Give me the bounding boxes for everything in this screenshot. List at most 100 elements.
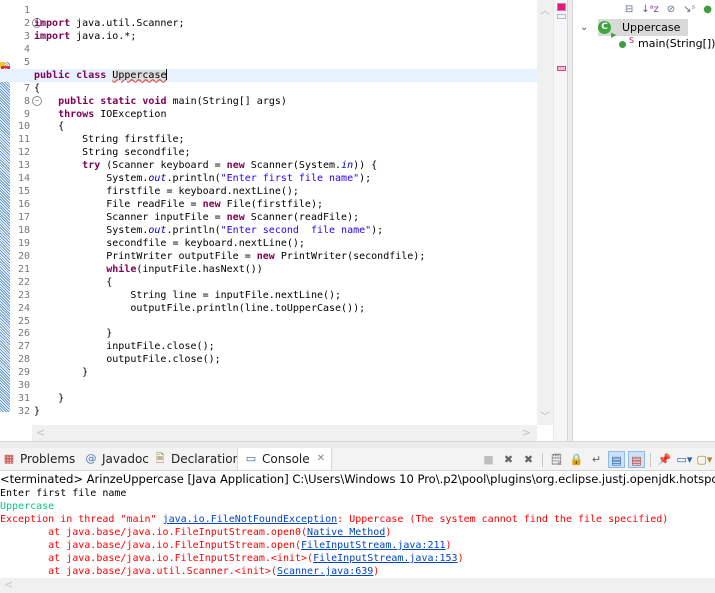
code-line[interactable]: String secondfile; <box>34 146 534 159</box>
code-line[interactable]: String line = inputFile.nextLine(); <box>34 289 534 302</box>
line-number: 10 <box>17 121 30 133</box>
stack-frame-link[interactable]: Scanner.java:639 <box>277 566 373 577</box>
code-line[interactable]: throws IOException <box>34 108 534 121</box>
horizontal-sash[interactable] <box>0 441 715 448</box>
stack-frame-link[interactable]: FileInputStream.java:153 <box>313 553 458 564</box>
show-on-stderr-icon[interactable]: ▤ <box>628 451 645 468</box>
hide-fields-icon[interactable]: ⊘ <box>667 4 675 15</box>
show-on-stdout-icon[interactable]: ▤ <box>608 451 625 468</box>
code-line[interactable]: { <box>34 276 534 289</box>
overview-ruler[interactable] <box>553 0 567 441</box>
code-line[interactable]: Scanner inputFile = new Scanner(readFile… <box>34 211 534 224</box>
line-number: 28 <box>17 354 30 366</box>
tab-label: Console <box>262 452 310 466</box>
code-line[interactable]: System.out.println("Enter first file nam… <box>34 172 534 185</box>
class-icon: C <box>598 21 611 34</box>
editor-horizontal-scrollbar[interactable]: < > <box>32 425 537 441</box>
code-line[interactable] <box>34 43 534 56</box>
line-number: 21 <box>17 263 30 275</box>
code-line[interactable]: secondfile = keyboard.nextLine(); <box>34 237 534 250</box>
stack-frame: at java.base/java.io.FileInputStream.ope… <box>0 540 452 551</box>
scroll-up-icon[interactable]: ︿ <box>537 2 553 17</box>
line-number: 25 <box>17 315 30 327</box>
display-selected-console-icon[interactable]: ▭▾ <box>676 451 693 468</box>
outline-class-node[interactable]: ⌄ C ▶ Uppercase <box>580 19 688 39</box>
remove-all-terminated-icon[interactable]: ✖ <box>520 451 537 468</box>
code-line[interactable]: String firstfile; <box>34 133 534 146</box>
code-line[interactable] <box>34 315 534 328</box>
tab-label: Problems <box>20 452 76 466</box>
error-summary-icon[interactable] <box>557 3 566 11</box>
tab-declaration[interactable]: 🗎 Declaration <box>153 448 241 470</box>
code-line[interactable] <box>34 379 534 392</box>
hide-nonpublic-icon[interactable]: ● <box>703 4 712 15</box>
code-line[interactable]: firstfile = keyboard.nextLine(); <box>34 185 534 198</box>
remove-launch-icon[interactable]: ✖ <box>500 451 517 468</box>
java-editor[interactable]: x 12−345678−9101112131415161718192021222… <box>0 0 570 441</box>
code-line[interactable]: } <box>34 366 534 379</box>
code-line[interactable]: } <box>34 392 534 405</box>
collapse-all-icon[interactable]: ⊟ <box>625 4 633 15</box>
code-line[interactable]: public static void main(String[] args) <box>34 95 534 108</box>
word-wrap-icon[interactable]: ↵ <box>588 451 605 468</box>
code-line[interactable]: File readFile = new File(firstfile); <box>34 198 534 211</box>
code-line[interactable]: import java.io.*; <box>34 30 534 43</box>
scroll-down-icon[interactable]: ﹀ <box>537 408 553 423</box>
open-console-icon[interactable]: ▢▾ <box>696 451 713 468</box>
line-number: 16 <box>17 199 30 211</box>
scroll-lock-icon[interactable]: 🔒 <box>568 451 585 468</box>
scroll-left-icon[interactable]: < <box>4 578 13 591</box>
code-line[interactable]: import java.util.Scanner; <box>34 17 534 30</box>
stack-frame: at java.base/java.util.Scanner.<init>(Sc… <box>0 566 380 577</box>
close-icon[interactable]: ✕ <box>317 448 325 470</box>
scroll-left-icon[interactable]: < <box>36 426 45 439</box>
code-line[interactable]: System.out.println("Enter second file na… <box>34 224 534 237</box>
chevron-down-icon[interactable]: ⌄ <box>580 19 588 36</box>
vertical-ruler: x <box>0 0 10 425</box>
outline-toolbar: ⊟ ↓ᵃz ⊘ ↘ˢ ● <box>625 1 712 17</box>
clear-console-icon[interactable]: 🗒 <box>548 451 565 468</box>
editor-vertical-scrollbar[interactable]: ︿ ﹀ <box>537 0 553 425</box>
scroll-right-icon[interactable]: > <box>522 426 531 439</box>
overview-marker[interactable] <box>557 14 566 19</box>
code-line[interactable]: inputFile.close(); <box>34 340 534 353</box>
terminate-icon[interactable]: ■ <box>480 451 497 468</box>
console-output[interactable]: Enter first file name Uppercase Exceptio… <box>0 487 715 577</box>
tab-console[interactable]: ▭ Console ✕ <box>237 448 333 470</box>
code-line[interactable]: try (Scanner keyboard = new Scanner(Syst… <box>34 159 534 172</box>
code-line[interactable]: outputFile.close(); <box>34 353 534 366</box>
exception-class-link[interactable]: java.io.FileNotFoundException <box>163 514 338 525</box>
code-line[interactable]: { <box>34 82 534 95</box>
code-line[interactable]: public class Uppercase <box>0 68 568 82</box>
code-line[interactable]: outputFile.println(line.toUpperCase()); <box>34 302 534 315</box>
bottom-panel-tabbar: ▦ Problems @ Javadoc 🗎 Declaration ▭ Con… <box>0 448 715 471</box>
code-line[interactable]: PrintWriter outputFile = new PrintWriter… <box>34 250 534 263</box>
line-number: 15 <box>17 186 30 198</box>
code-line[interactable]: } <box>34 405 534 418</box>
code-line[interactable] <box>34 56 534 69</box>
stack-frame-link[interactable]: FileInputStream.java:211 <box>301 540 446 551</box>
line-number: 7 <box>23 82 30 94</box>
tab-javadoc[interactable]: @ Javadoc <box>84 448 149 470</box>
outline-tree: ⌄ C ▶ Uppercase S main(String[]) <box>573 19 715 51</box>
code-line[interactable] <box>34 4 534 17</box>
code-line[interactable]: } <box>34 327 534 340</box>
toolbar-separator <box>650 452 651 467</box>
line-number: 3 <box>23 30 30 42</box>
outline-method-node[interactable]: S main(String[]) <box>619 36 715 51</box>
line-number: 4 <box>23 43 30 55</box>
tab-problems[interactable]: ▦ Problems <box>2 448 76 470</box>
sort-alpha-icon[interactable]: ↓ᵃz <box>641 4 659 15</box>
pin-console-icon[interactable]: 📌 <box>656 451 673 468</box>
line-number: 14 <box>17 173 30 185</box>
line-number: 32 <box>17 406 30 418</box>
code-area[interactable]: import java.util.Scanner; import java.io.… <box>0 4 568 418</box>
code-line[interactable]: { <box>34 120 534 133</box>
occurrence-marker[interactable] <box>557 66 566 71</box>
code-line[interactable]: while(inputFile.hasNext()) <box>34 263 534 276</box>
line-number: 8− <box>10 95 42 108</box>
console-horizontal-scrollbar[interactable]: < <box>0 578 715 593</box>
line-number: 31 <box>17 393 30 405</box>
stack-frame-link[interactable]: Native Method <box>307 527 385 538</box>
hide-static-icon[interactable]: ↘ˢ <box>683 4 695 15</box>
